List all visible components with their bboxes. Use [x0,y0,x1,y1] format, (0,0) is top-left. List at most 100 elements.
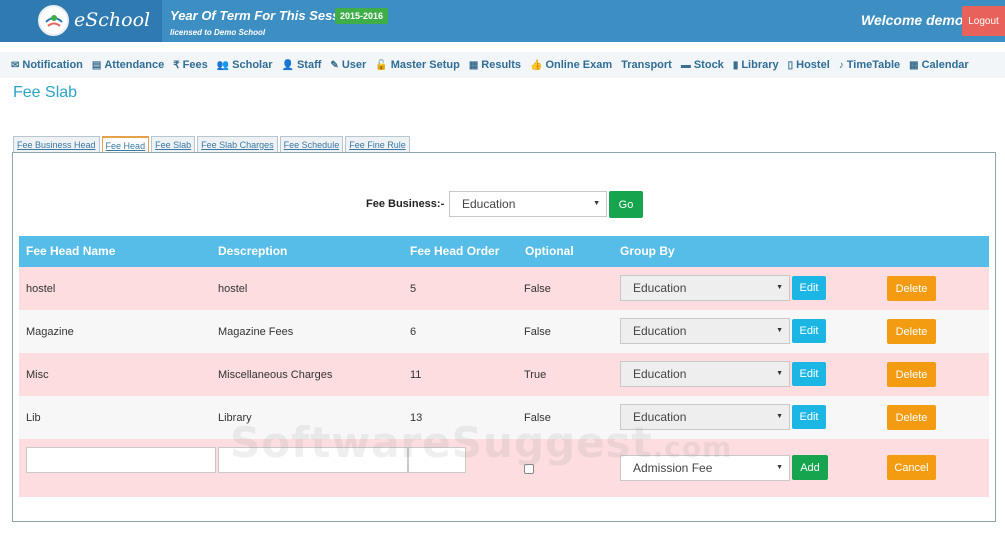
fee-head-description: hostel [218,283,248,295]
delete-button[interactable]: Delete [887,405,936,430]
fee-head-order: 11 [410,369,422,381]
dropdown-arrow-icon: ▼ [776,327,783,334]
nav-item-attendance[interactable]: ▤ Attendance [92,59,164,71]
tab-fee-fine-rule[interactable]: Fee Fine Rule [345,136,410,152]
nav-item-label: Calendar [921,59,969,71]
nav-item-transport[interactable]: Transport [621,59,672,71]
nav-item-label: Staff [296,59,322,71]
nav-item-notification[interactable]: ✉ Notification [11,59,83,71]
fee-head-name: Magazine [26,326,74,338]
edit-button[interactable]: Edit [792,362,826,386]
fee-business-select[interactable]: Education ▼ [449,191,607,217]
nav-item-label: Online Exam [545,59,613,71]
fee-head-name: Lib [26,412,41,424]
logo-area[interactable]: eSchool [0,0,162,42]
nav-item-label: Fees [182,59,208,71]
unlock-icon: 🔓 [375,59,388,71]
fee-head-name-input[interactable] [26,447,216,473]
nav-item-calendar[interactable]: ▦ Calendar [909,59,969,71]
tab-fee-schedule[interactable]: Fee Schedule [279,136,344,152]
delete-button[interactable]: Delete [887,276,936,301]
col-fee-head-name: Fee Head Name [26,244,116,258]
group-by-value: Education [633,281,687,295]
add-button[interactable]: Add [792,455,828,480]
fee-head-name: Misc [26,369,49,381]
cancel-button[interactable]: Cancel [887,455,936,480]
nav-item-label: Attendance [104,59,165,71]
logout-button[interactable]: Logout [962,6,1005,36]
col-optional: Optional [525,244,574,258]
delete-button[interactable]: Delete [887,362,936,387]
edit-button[interactable]: Edit [792,405,826,429]
fee-head-optional: True [524,369,547,381]
table-header: Fee Head Name Descreption Fee Head Order… [19,236,989,267]
users-icon: 👥 [216,59,230,71]
go-button[interactable]: Go [609,191,643,218]
license-text: licensed to Demo School [170,28,266,37]
tab-fee-slab-charges[interactable]: Fee Slab Charges [197,136,278,152]
col-fee-head-order: Fee Head Order [410,244,500,258]
nav-item-timetable[interactable]: ♪ TimeTable [839,59,900,71]
nav-item-label: Transport [621,59,672,71]
col-group-by: Group By [620,244,675,258]
page-title: Fee Slab [13,84,78,101]
wrench-icon: ✎ [330,59,339,71]
nav-item-hostel[interactable]: ▯ Hostel [788,59,830,71]
group-by-value: Education [633,367,687,381]
nav-item-stock[interactable]: ▬ Stock [681,59,724,71]
megaphone-icon: ✉ [11,59,20,71]
folder-icon: ▬ [680,59,691,71]
session-badge: 2015-2016 [335,8,389,24]
fee-business-value: Education [462,197,516,211]
group-by-select[interactable]: Education ▼ [620,361,790,387]
fee-head-name: hostel [26,283,56,295]
user-icon: 👤 [281,59,294,71]
table-row: Magazine Magazine Fees 6 False Education ▼ Edi… [19,310,989,353]
group-by-select[interactable]: Education ▼ [620,318,790,344]
edit-button[interactable]: Edit [792,276,826,300]
building-icon: ▯ [787,59,794,71]
nav-item-label: Scholar [232,59,273,71]
nav-item-label: Notification [22,59,83,71]
nav-item-scholar[interactable]: 👥 Scholar [217,59,273,71]
dropdown-arrow-icon: ▼ [593,200,600,207]
nav-item-label: User [341,59,367,71]
dropdown-arrow-icon: ▼ [776,464,783,471]
watermark-suffix: .com [652,431,733,464]
fee-head-optional: False [524,326,551,338]
fee-head-order: 6 [410,326,417,338]
app-header: eSchool Year Of Term For This Session :-… [0,0,1005,42]
nav-item-label: Results [481,59,522,71]
main-nav: ✉ Notification ▤ Attendance ₹ Fees 👥 Scholar 👤 St… [0,52,1005,78]
bell-icon: ♪ [838,59,844,71]
col-description: Descreption [218,244,288,258]
nav-item-staff[interactable]: 👤 Staff [282,59,322,71]
rupee-icon: ₹ [173,59,180,71]
watermark: SoftwareSuggest.com [230,418,732,467]
nav-item-label: Hostel [796,59,830,71]
group-by-select[interactable]: Education ▼ [620,275,790,301]
edit-button[interactable]: Edit [792,319,826,343]
dropdown-arrow-icon: ▼ [776,284,783,291]
fee-head-description: Miscellaneous Charges [218,369,333,381]
nav-item-label: Stock [693,59,724,71]
tab-fee-business-head[interactable]: Fee Business Head [13,136,100,152]
dropdown-arrow-icon: ▼ [776,370,783,377]
nav-item-fees[interactable]: ₹ Fees [173,59,207,71]
calendar-icon: ▦ [909,59,919,71]
nav-item-results[interactable]: ▦ Results [469,59,521,71]
school-logo-icon [38,5,69,36]
welcome-text: Welcome demo ! [861,12,972,28]
table-row: hostel hostel 5 False Education ▼ Edit Delete [19,267,989,310]
fee-head-description: Magazine Fees [218,326,294,338]
tab-fee-slab[interactable]: Fee Slab [151,136,196,152]
delete-button[interactable]: Delete [887,319,936,344]
nav-item-label: Library [741,59,779,71]
tab-bar: Fee Business Head Fee Head Fee Slab Fee Sla… [13,136,412,153]
nav-item-master-setup[interactable]: 🔓 Master Setup [375,59,460,71]
nav-item-online-exam[interactable]: 👍 Online Exam [530,59,612,71]
tab-fee-head[interactable]: Fee Head [101,136,150,153]
nav-item-user[interactable]: ✎ User [330,59,366,71]
nav-item-library[interactable]: ▮ Library [733,59,779,71]
app-logo-text: eSchool [74,9,151,31]
